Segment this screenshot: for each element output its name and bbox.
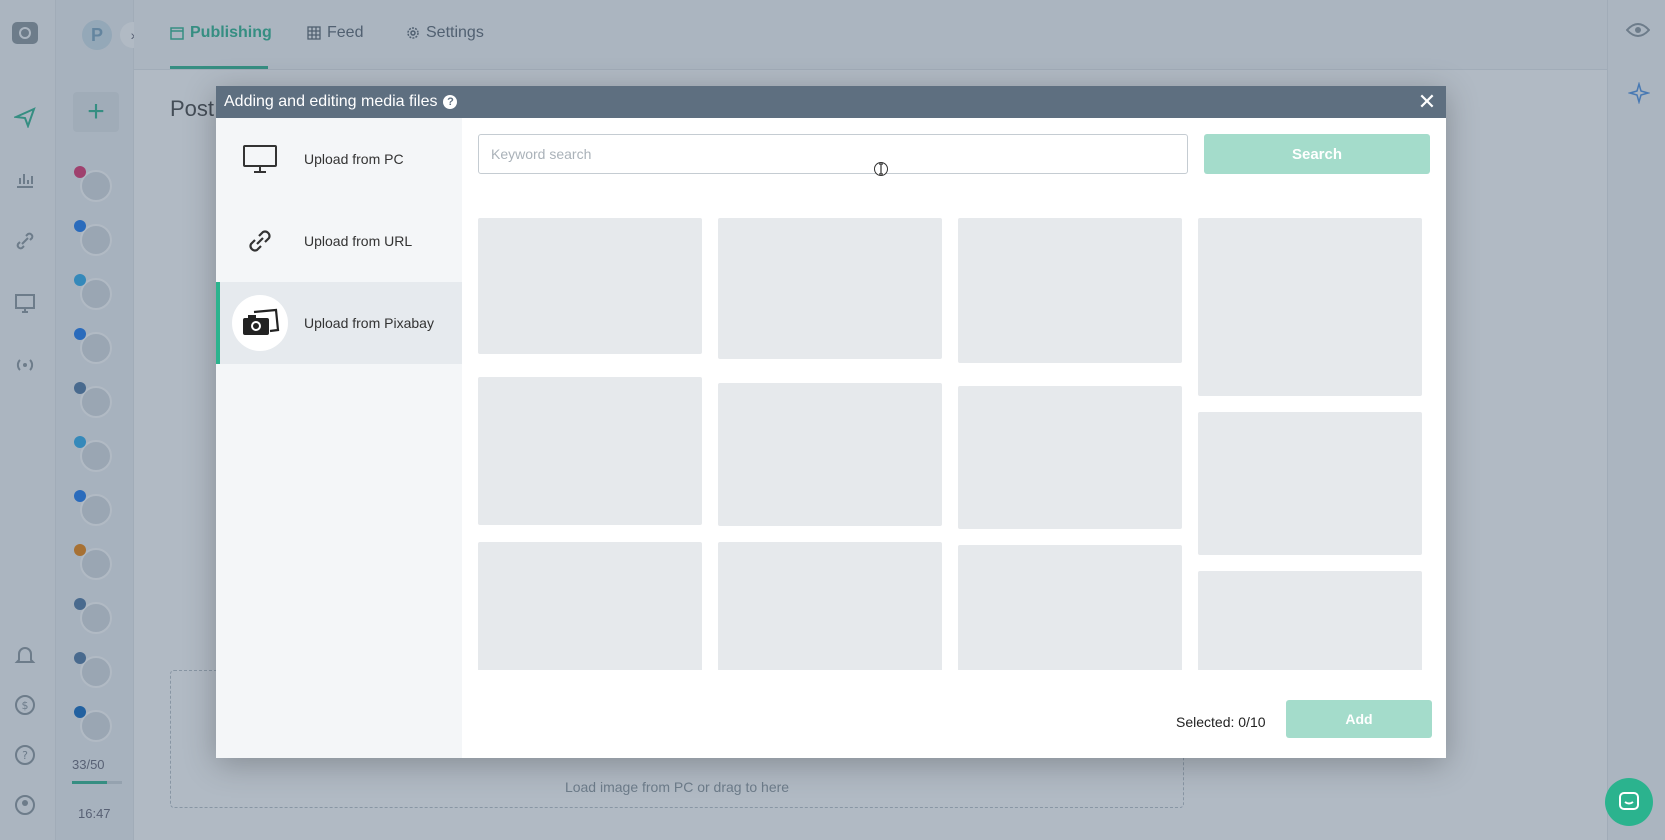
upload-from-pc-option[interactable]: Upload from PC — [216, 118, 462, 200]
camera-photos-icon — [232, 295, 288, 351]
keyword-search-input[interactable] — [478, 134, 1188, 174]
image-placeholder-tile[interactable] — [718, 542, 942, 670]
modal-header: Adding and editing media files ? ✕ — [216, 86, 1446, 118]
source-label: Upload from Pixabay — [304, 315, 434, 331]
selected-count: Selected: 0/10 — [1176, 714, 1266, 730]
add-button[interactable]: Add — [1286, 700, 1432, 738]
upload-from-pixabay-option[interactable]: Upload from Pixabay — [216, 282, 462, 364]
upload-source-list: Upload from PC Upload from URL Upload fr… — [216, 118, 462, 758]
pixabay-panel: Search Selected: 0/10 Add — [462, 118, 1446, 758]
image-placeholder-tile[interactable] — [478, 218, 702, 354]
source-label: Upload from PC — [304, 151, 404, 167]
image-placeholder-tile[interactable] — [478, 377, 702, 525]
text-cursor-icon — [874, 160, 888, 183]
image-placeholder-tile[interactable] — [1198, 218, 1422, 396]
link-icon — [232, 213, 288, 269]
media-modal: Adding and editing media files ? ✕ Uploa… — [216, 86, 1446, 758]
help-icon[interactable]: ? — [443, 95, 458, 109]
source-label: Upload from URL — [304, 233, 413, 249]
image-results-grid — [478, 218, 1430, 670]
modal-title: Adding and editing media files — [224, 93, 438, 110]
chat-support-button[interactable] — [1605, 778, 1653, 826]
image-placeholder-tile[interactable] — [1198, 571, 1422, 670]
image-placeholder-tile[interactable] — [958, 218, 1182, 363]
image-placeholder-tile[interactable] — [958, 545, 1182, 670]
search-button[interactable]: Search — [1204, 134, 1430, 174]
upload-from-url-option[interactable]: Upload from URL — [216, 200, 462, 282]
image-placeholder-tile[interactable] — [1198, 412, 1422, 555]
monitor-icon — [232, 131, 288, 187]
chat-icon — [1619, 792, 1639, 810]
image-placeholder-tile[interactable] — [718, 218, 942, 359]
close-button[interactable]: ✕ — [1416, 91, 1438, 113]
image-placeholder-tile[interactable] — [718, 383, 942, 526]
image-placeholder-tile[interactable] — [478, 542, 702, 670]
image-placeholder-tile[interactable] — [958, 386, 1182, 529]
